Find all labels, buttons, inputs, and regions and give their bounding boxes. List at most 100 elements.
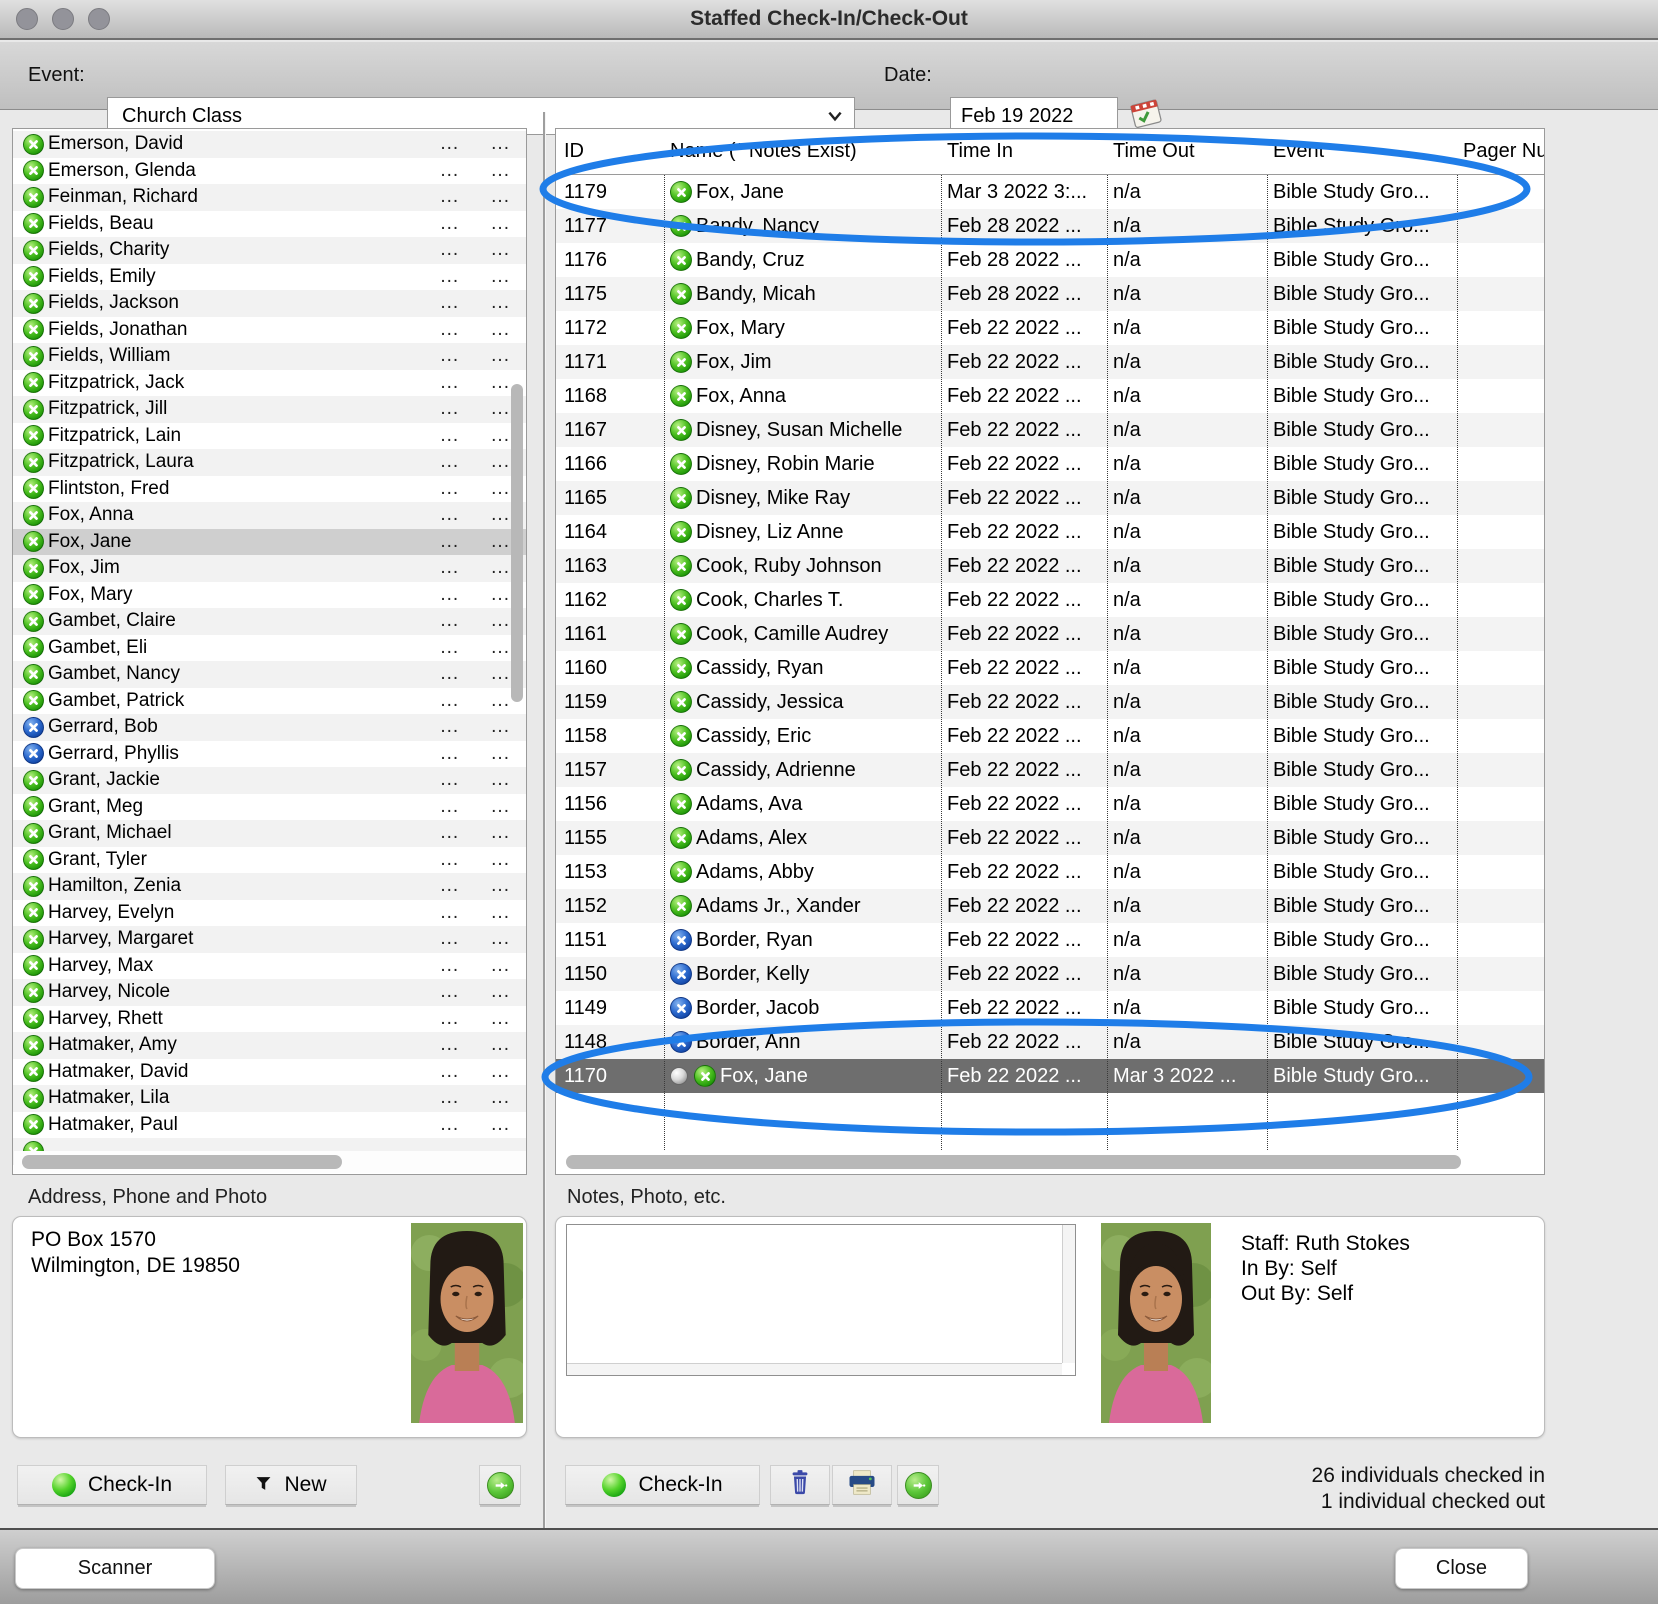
list-item[interactable]: Grant, Tyler...... [13,847,526,874]
list-item[interactable]: Fields, Jonathan...... [13,317,526,344]
left-checkin-button[interactable]: Check-In [17,1465,207,1505]
row-more-button[interactable]: ... [440,663,459,685]
row-actions-button[interactable]: ... [491,345,510,367]
list-item[interactable]: Fox, Jim...... [13,555,526,582]
row-actions-button[interactable]: ... [491,398,510,420]
table-row[interactable]: 1155Adams, AlexFeb 22 2022 ...n/aBible S… [556,821,1544,855]
table-row[interactable]: 1176Bandy, CruzFeb 28 2022 ...n/aBible S… [556,243,1544,277]
row-more-button[interactable]: ... [440,160,459,182]
row-more-button[interactable]: ... [440,213,459,235]
list-item[interactable]: Gambet, Patrick...... [13,688,526,715]
column-header-id[interactable]: ID [556,140,664,163]
row-more-button[interactable]: ... [440,955,459,977]
list-item[interactable]: Gambet, Claire...... [13,608,526,635]
list-item[interactable]: Feinman, Richard...... [13,184,526,211]
row-more-button[interactable]: ... [440,425,459,447]
row-actions-button[interactable]: ... [491,557,510,579]
row-actions-button[interactable]: ... [491,875,510,897]
right-advance-button[interactable] [897,1465,939,1505]
row-actions-button[interactable]: ... [491,239,510,261]
row-more-button[interactable]: ... [440,478,459,500]
table-row[interactable]: 1156Adams, AvaFeb 22 2022 ...n/aBible St… [556,787,1544,821]
row-more-button[interactable]: ... [440,372,459,394]
list-item[interactable]: Flintston, Fred...... [13,476,526,503]
list-item[interactable]: Harvey, Rhett...... [13,1006,526,1033]
column-header-event[interactable]: Event [1267,140,1457,163]
row-more-button[interactable]: ... [440,186,459,208]
row-actions-button[interactable]: ... [491,186,510,208]
list-item[interactable]: Hatmaker, Lila...... [13,1085,526,1112]
scanner-button[interactable]: Scanner [15,1548,215,1589]
row-more-button[interactable]: ... [440,1114,459,1136]
row-actions-button[interactable]: ... [491,796,510,818]
list-item[interactable]: Fitzpatrick, Lain...... [13,423,526,450]
row-more-button[interactable]: ... [440,796,459,818]
list-item[interactable]: Harvey, Nicole...... [13,979,526,1006]
row-actions-button[interactable]: ... [491,981,510,1003]
list-item[interactable]: Harvey, Evelyn...... [13,900,526,927]
row-actions-button[interactable]: ... [491,1034,510,1056]
column-header-time-out[interactable]: Time Out [1107,140,1267,163]
table-row[interactable]: 1162Cook, Charles T.Feb 22 2022 ...n/aBi… [556,583,1544,617]
table-horizontal-scrollbar[interactable] [566,1155,1461,1169]
list-item[interactable]: Hatmaker, Amy...... [13,1032,526,1059]
table-row[interactable]: 1170Fox, JaneFeb 22 2022 ...Mar 3 2022 .… [556,1059,1544,1093]
list-item[interactable]: Fox, Mary...... [13,582,526,609]
row-actions-button[interactable]: ... [491,266,510,288]
row-actions-button[interactable]: ... [491,478,510,500]
notes-vertical-scroll-track[interactable] [1062,1225,1075,1363]
table-row[interactable]: 1166Disney, Robin MarieFeb 22 2022 ...n/… [556,447,1544,481]
row-more-button[interactable]: ... [440,875,459,897]
column-header-time-in[interactable]: Time In [941,140,1107,163]
row-actions-button[interactable]: ... [491,584,510,606]
table-row[interactable]: 1160Cassidy, RyanFeb 22 2022 ...n/aBible… [556,651,1544,685]
row-actions-button[interactable]: ... [491,213,510,235]
row-actions-button[interactable]: ... [491,504,510,526]
list-item[interactable]: Grant, Jackie...... [13,767,526,794]
row-more-button[interactable]: ... [440,133,459,155]
row-actions-button[interactable]: ... [491,292,510,314]
row-actions-button[interactable]: ... [491,849,510,871]
row-actions-button[interactable]: ... [491,955,510,977]
list-item[interactable]: Fitzpatrick, Jill...... [13,396,526,423]
row-more-button[interactable]: ... [440,822,459,844]
row-actions-button[interactable]: ... [491,451,510,473]
row-actions-button[interactable]: ... [491,425,510,447]
row-more-button[interactable]: ... [440,981,459,1003]
row-actions-button[interactable]: ... [491,531,510,553]
list-item[interactable]: Grant, Michael...... [13,820,526,847]
row-actions-button[interactable]: ... [491,1008,510,1030]
list-item[interactable]: Emerson, David...... [13,131,526,158]
list-item[interactable]: Fitzpatrick, Laura...... [13,449,526,476]
row-more-button[interactable]: ... [440,716,459,738]
table-row[interactable]: 1171Fox, JimFeb 22 2022 ...n/aBible Stud… [556,345,1544,379]
table-row[interactable]: 1149Border, JacobFeb 22 2022 ...n/aBible… [556,991,1544,1025]
list-vertical-scrollbar[interactable] [511,384,523,702]
notes-horizontal-scroll-track[interactable] [567,1363,1062,1375]
table-row[interactable]: 1148Border, AnnFeb 22 2022 ...n/aBible S… [556,1025,1544,1059]
table-row[interactable]: 1161Cook, Camille AudreyFeb 22 2022 ...n… [556,617,1544,651]
table-row[interactable]: 1168Fox, AnnaFeb 22 2022 ...n/aBible Stu… [556,379,1544,413]
row-actions-button[interactable]: ... [491,902,510,924]
row-more-button[interactable]: ... [440,743,459,765]
column-header-pager[interactable]: Pager Nur [1457,140,1544,163]
list-item[interactable]: Grant, Meg...... [13,794,526,821]
column-header-name[interactable]: Name (* Notes Exist) [664,140,941,163]
row-more-button[interactable]: ... [440,902,459,924]
table-row[interactable]: 1157Cassidy, AdrienneFeb 22 2022 ...n/aB… [556,753,1544,787]
table-row[interactable]: 1159Cassidy, JessicaFeb 22 2022 ...n/aBi… [556,685,1544,719]
row-more-button[interactable]: ... [440,584,459,606]
row-actions-button[interactable]: ... [491,133,510,155]
list-item[interactable]: Harvey, Margaret...... [13,926,526,953]
row-more-button[interactable]: ... [440,769,459,791]
table-row[interactable]: 1165Disney, Mike RayFeb 22 2022 ...n/aBi… [556,481,1544,515]
row-actions-button[interactable]: ... [491,319,510,341]
list-item[interactable]: Fields, Charity...... [13,237,526,264]
list-item[interactable]: Hatmaker, David...... [13,1059,526,1086]
table-row[interactable]: 1172Fox, MaryFeb 22 2022 ...n/aBible Stu… [556,311,1544,345]
row-actions-button[interactable]: ... [491,610,510,632]
row-more-button[interactable]: ... [440,292,459,314]
row-more-button[interactable]: ... [440,1087,459,1109]
table-row[interactable]: 1151Border, RyanFeb 22 2022 ...n/aBible … [556,923,1544,957]
list-item[interactable]: Gerrard, Bob...... [13,714,526,741]
